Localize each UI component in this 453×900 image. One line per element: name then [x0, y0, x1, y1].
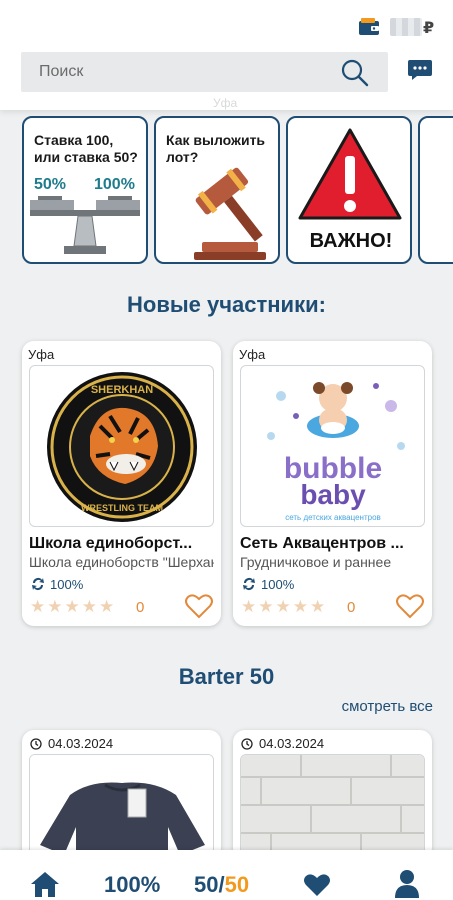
barter-card[interactable]: 04.03.2024 — [233, 730, 432, 860]
wallet-icon[interactable] — [358, 18, 380, 36]
nav-fifty-b: 50 — [224, 872, 250, 897]
member-logo: bubble baby сеть детских аквацентров — [240, 365, 425, 527]
home-icon[interactable] — [30, 870, 60, 898]
clock-icon — [30, 738, 42, 750]
member-name[interactable]: Школа единоборст... — [29, 535, 214, 553]
nav-percent-tab[interactable]: 100% — [104, 872, 160, 898]
search-placeholder: Поиск — [39, 63, 84, 80]
favorites-heart-icon[interactable] — [303, 872, 331, 898]
sherkhan-logo: SHERKHAN WRESTLING TEAM — [47, 372, 197, 522]
member-logo: SHERKHAN WRESTLING TEAM — [29, 365, 214, 527]
banner-how-to-lot[interactable]: Как выложить лот? — [154, 116, 280, 264]
barter-date: 04.03.2024 — [48, 736, 114, 751]
rating-stars: ★★★★★ — [241, 597, 328, 616]
view-all-link[interactable]: смотреть все — [342, 698, 433, 715]
banner-next[interactable] — [418, 116, 453, 264]
bubble-baby-logo-subtitle: сеть детских аквацентров — [285, 513, 381, 522]
member-card[interactable]: Уфа bubble baby сеть детских аквацентров… — [233, 341, 432, 626]
member-percent: 100% — [50, 577, 84, 592]
member-description: Грудничковое и раннее — [240, 554, 392, 570]
barter-image — [29, 754, 214, 860]
app-logo[interactable] — [0, 14, 64, 38]
city-label: Уфа — [213, 96, 238, 110]
banner-important-label: ВАЖНО! — [309, 230, 393, 252]
banner-bet[interactable]: Ставка 100, или ставка 50? 50% 100% — [22, 116, 148, 264]
bubble-baby-logo: bubble baby сеть детских аквацентров — [267, 382, 405, 522]
profile-icon[interactable] — [393, 868, 421, 898]
app-header: ₽ Поиск Уфа — [0, 0, 453, 110]
clock-icon — [241, 738, 253, 750]
search-input[interactable]: Поиск — [21, 52, 388, 92]
banner-important[interactable]: ВАЖНО! — [286, 116, 412, 264]
bubble-baby-logo-word2: baby — [300, 479, 366, 510]
member-description: Школа единоборств "Шерхан" — [29, 554, 214, 570]
rating-count: 0 — [347, 599, 356, 616]
sherkhan-logo-bottom-text: WRESTLING TEAM — [81, 503, 163, 513]
new-members-title: Новые участники: — [127, 292, 326, 317]
barter-date: 04.03.2024 — [259, 736, 325, 751]
refresh-icon — [32, 578, 44, 590]
balance-amount — [390, 18, 422, 36]
chat-icon[interactable] — [407, 58, 433, 82]
bottom-navigation: 100% 50/50 — [0, 850, 453, 900]
card-city: Уфа — [28, 347, 55, 362]
favorite-heart-icon[interactable] — [185, 593, 213, 619]
card-city: Уфа — [239, 347, 266, 362]
rating-count: 0 — [136, 599, 145, 616]
brick-wall-photo — [241, 755, 424, 860]
sherkhan-logo-top-text: SHERKHAN — [91, 384, 153, 396]
refresh-icon — [243, 578, 255, 590]
banner-carousel[interactable]: Ставка 100, или ставка 50? 50% 100% Как … — [0, 114, 453, 268]
barter-title: Barter 50 — [178, 664, 275, 689]
nav-fifty-a: 50 — [194, 872, 219, 897]
gavel-icon — [194, 167, 266, 260]
favorite-heart-icon[interactable] — [396, 593, 424, 619]
member-percent: 100% — [261, 577, 295, 592]
search-icon[interactable] — [340, 58, 370, 88]
sweater-photo — [30, 755, 213, 860]
rating-stars: ★★★★★ — [30, 597, 117, 616]
barter-card[interactable]: 04.03.2024 — [22, 730, 221, 860]
barter-image — [240, 754, 425, 860]
nav-barter-tab[interactable]: 50/50 — [194, 872, 249, 898]
member-card[interactable]: Уфа SHERKHAN WRESTLING TEAM Школа единоб… — [22, 341, 221, 626]
scales-icon — [30, 196, 140, 254]
currency-symbol: ₽ — [423, 20, 435, 37]
member-name[interactable]: Сеть Аквацентров ... — [240, 535, 425, 553]
